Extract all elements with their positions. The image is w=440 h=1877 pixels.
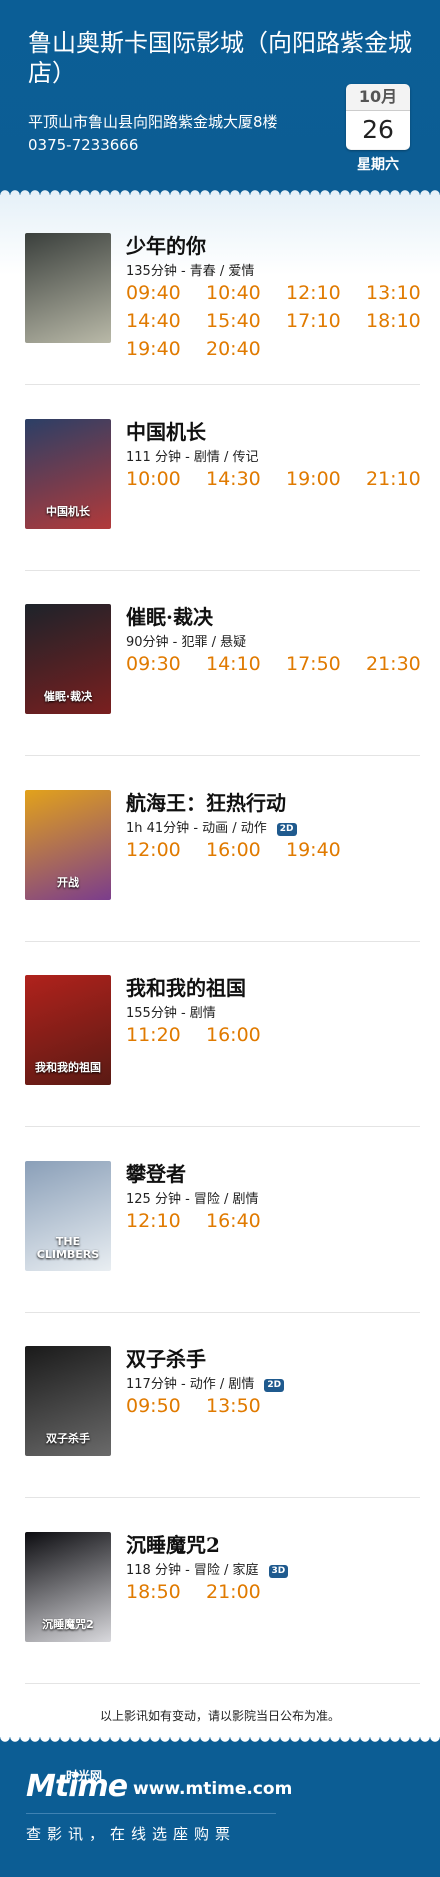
movie-title[interactable]: 双子杀手 xyxy=(126,1343,206,1372)
movie-title[interactable]: 少年的你 xyxy=(126,230,206,259)
movie-poster[interactable]: 开战 xyxy=(25,789,111,900)
showtime[interactable]: 17:50 xyxy=(286,653,341,675)
showtime[interactable]: 09:40 xyxy=(126,282,181,304)
movie-meta: 155分钟 - 剧情 xyxy=(126,1002,216,1021)
movie-item[interactable]: THE CLIMBERS 攀登者 125 分钟 - 冒险 / 剧情 12:10 16:4… xyxy=(0,1128,440,1313)
footer: Mtime 时光网 www.mtime.com 查影讯，在线选座购票 xyxy=(0,1747,440,1877)
showtime[interactable]: 18:10 xyxy=(366,310,421,332)
format-badge: 3D xyxy=(268,1564,289,1578)
showtime[interactable]: 10:40 xyxy=(206,282,261,304)
showtime[interactable]: 12:10 xyxy=(286,282,341,304)
movie-title[interactable]: 我和我的祖国 xyxy=(126,972,246,1001)
mtime-site-link[interactable]: www.mtime.com xyxy=(133,1779,292,1799)
header-zigzag-edge xyxy=(0,185,440,195)
movie-meta: 117分钟 - 动作 / 剧情 2D xyxy=(126,1373,285,1392)
movie-poster[interactable] xyxy=(25,233,111,343)
schedule-notice: 以上影讯如有变动，请以影院当日公布为准。 xyxy=(99,1709,340,1723)
movie-item[interactable]: 沉睡魔咒2 沉睡魔咒2 118 分钟 - 冒险 / 家庭 3D 18:50 21:00 xyxy=(0,1499,440,1684)
footer-divider xyxy=(26,1813,276,1814)
movie-item[interactable]: 开战 航海王：狂热行动 1h 41分钟 - 动画 / 动作 2D 12:00 16:00 1… xyxy=(0,757,440,942)
showtime[interactable]: 16:00 xyxy=(206,1024,261,1046)
movie-poster[interactable]: 催眠·裁决 xyxy=(25,604,111,714)
poster-caption: 沉睡魔咒2 xyxy=(42,1617,94,1631)
movie-item[interactable]: 催眠·裁决 催眠·裁决 90分钟 - 犯罪 / 悬疑 09:30 14:10 17:50 2… xyxy=(0,571,440,756)
movie-meta-text: 118 分钟 - 冒险 / 家庭 xyxy=(126,1562,259,1578)
cinema-phone[interactable]: 0375-7233666 xyxy=(28,136,138,154)
showtime[interactable]: 09:30 xyxy=(126,653,181,675)
showtime[interactable]: 17:10 xyxy=(286,310,341,332)
movie-poster[interactable]: 我和我的祖国 xyxy=(25,975,111,1085)
movie-poster[interactable]: 沉睡魔咒2 xyxy=(25,1531,111,1642)
showtime[interactable]: 18:50 xyxy=(126,1581,181,1603)
mtime-logo-cn: 时光网 xyxy=(66,1769,103,1783)
movie-item[interactable]: 中国机长 中国机长 111 分钟 - 剧情 / 传记 10:00 14:30 19:00 2… xyxy=(0,386,440,571)
showtime[interactable]: 13:50 xyxy=(206,1395,261,1417)
movie-poster[interactable]: 双子杀手 xyxy=(25,1346,111,1456)
showtime[interactable]: 16:00 xyxy=(206,839,261,861)
showtime[interactable]: 15:40 xyxy=(206,310,261,332)
poster-caption: 我和我的祖国 xyxy=(35,1061,101,1074)
movie-meta: 90分钟 - 犯罪 / 悬疑 xyxy=(126,631,246,650)
cinema-address: 平顶山市鲁山县向阳路紫金城大厦8楼 xyxy=(28,113,278,131)
showtime[interactable]: 14:30 xyxy=(206,468,261,490)
footer-slogan: 查影讯，在线选座购票 xyxy=(26,1825,237,1843)
poster-caption: 开战 xyxy=(57,875,79,889)
movie-title[interactable]: 攀登者 xyxy=(126,1158,186,1187)
calendar-month: 10月 xyxy=(346,84,410,111)
movie-item[interactable]: 我和我的祖国 我和我的祖国 155分钟 - 剧情 11:20 16:00 xyxy=(0,942,440,1127)
movie-title[interactable]: 沉睡魔咒2 xyxy=(126,1529,220,1558)
cinema-header: 鲁山奥斯卡国际影城（向阳路紫金城店） 平顶山市鲁山县向阳路紫金城大厦8楼 037… xyxy=(0,0,440,185)
movie-meta-text: 111 分钟 - 剧情 / 传记 xyxy=(126,449,259,465)
format-badge: 2D xyxy=(276,822,297,836)
showtime[interactable]: 19:40 xyxy=(126,338,181,360)
showtime[interactable]: 14:40 xyxy=(126,310,181,332)
movie-meta: 118 分钟 - 冒险 / 家庭 3D xyxy=(126,1559,289,1578)
poster-caption: 催眠·裁决 xyxy=(43,690,93,703)
showtime[interactable]: 19:00 xyxy=(286,468,341,490)
showtime[interactable]: 11:20 xyxy=(126,1024,181,1046)
movie-title[interactable]: 中国机长 xyxy=(126,416,206,445)
movie-meta: 111 分钟 - 剧情 / 传记 xyxy=(126,446,259,465)
movie-item[interactable]: 少年的你 135分钟 - 青春 / 爱情 09:40 10:40 12:10 13:10 1… xyxy=(0,200,440,385)
showtime[interactable]: 09:50 xyxy=(126,1395,181,1417)
movie-meta: 1h 41分钟 - 动画 / 动作 2D xyxy=(126,817,297,836)
showtime[interactable]: 20:40 xyxy=(206,338,261,360)
movie-meta-text: 90分钟 - 犯罪 / 悬疑 xyxy=(126,635,247,650)
showtime[interactable]: 12:00 xyxy=(126,839,181,861)
poster-caption: 双子杀手 xyxy=(46,1432,90,1445)
showtime[interactable]: 21:30 xyxy=(366,653,421,675)
movie-poster[interactable]: 中国机长 xyxy=(25,418,111,529)
movie-meta: 135分钟 - 青春 / 爱情 xyxy=(126,260,254,279)
showtime[interactable]: 16:40 xyxy=(206,1210,261,1232)
cinema-name: 鲁山奥斯卡国际影城（向阳路紫金城店） xyxy=(28,29,412,87)
movie-meta: 125 分钟 - 冒险 / 剧情 xyxy=(126,1188,259,1207)
showtime[interactable]: 12:10 xyxy=(126,1210,181,1232)
movie-item[interactable]: 双子杀手 双子杀手 117分钟 - 动作 / 剧情 2D 09:50 13:50 xyxy=(0,1313,440,1498)
movie-divider xyxy=(25,1682,420,1684)
calendar-day: 26 xyxy=(346,111,410,149)
movie-meta-text: 135分钟 - 青春 / 爱情 xyxy=(126,264,255,279)
movie-poster[interactable]: THE CLIMBERS xyxy=(25,1160,111,1271)
calendar-weekday: 星期六 xyxy=(357,157,399,173)
poster-caption: THE CLIMBERS xyxy=(36,1234,100,1261)
movie-title[interactable]: 催眠·裁决 xyxy=(126,601,213,630)
showtime[interactable]: 21:00 xyxy=(206,1581,261,1603)
footer-zigzag-edge xyxy=(0,1737,440,1747)
format-badge: 2D xyxy=(264,1379,285,1392)
movie-meta-text: 125 分钟 - 冒险 / 剧情 xyxy=(126,1191,259,1207)
poster-caption: 中国机长 xyxy=(46,504,90,518)
showtime[interactable]: 19:40 xyxy=(286,839,341,861)
calendar-date-card: 10月 26 xyxy=(346,84,410,150)
showtime[interactable]: 13:10 xyxy=(366,282,421,304)
showtime[interactable]: 10:00 xyxy=(126,468,181,490)
movie-title[interactable]: 航海王：狂热行动 xyxy=(126,787,286,816)
movie-meta-text: 1h 41分钟 - 动画 / 动作 xyxy=(126,820,267,836)
showtime[interactable]: 21:10 xyxy=(366,468,421,490)
movie-meta-text: 155分钟 - 剧情 xyxy=(126,1006,216,1021)
movie-meta-text: 117分钟 - 动作 / 剧情 xyxy=(126,1377,255,1392)
showtime[interactable]: 14:10 xyxy=(206,653,261,675)
